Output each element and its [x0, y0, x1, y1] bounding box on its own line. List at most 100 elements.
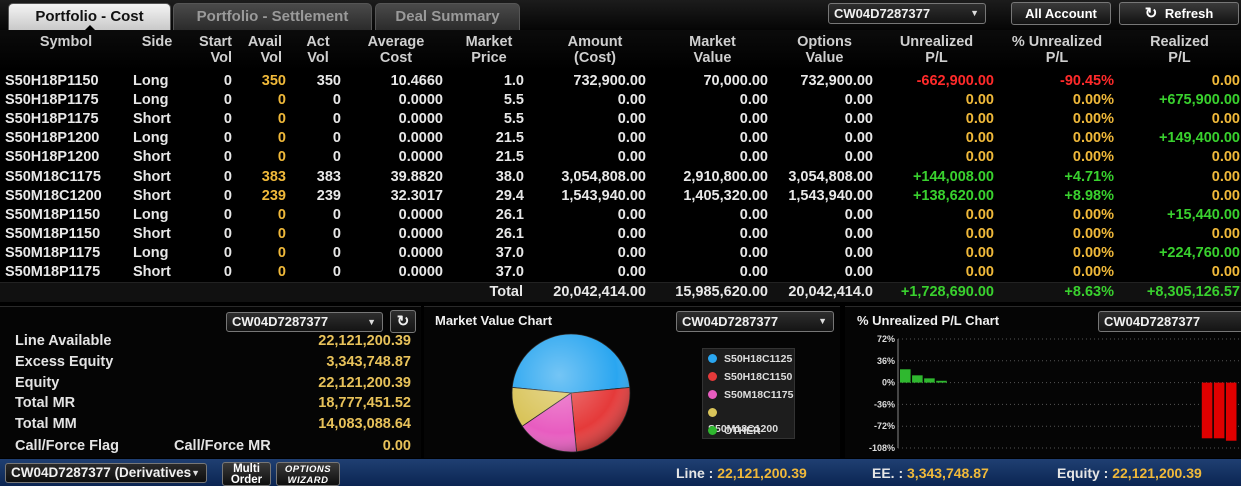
y-tick-label: -108% — [869, 443, 895, 453]
cell-pct-unreal-pl: +8.98% — [1064, 187, 1114, 204]
cell-side: Long — [133, 206, 169, 223]
table-row[interactable]: S50M18C1175 Short 0 383 383 39.8820 38.0 3,054,… — [0, 168, 1241, 187]
cell-avail-vol: 0 — [277, 264, 286, 280]
column-header-text: Start — [198, 34, 232, 50]
cell-opt-value: 0.00 — [844, 206, 873, 223]
market-value-chart-dropdown[interactable]: CW04D7287377 ▼ — [676, 311, 834, 332]
cell-start-vol: 0 — [223, 187, 232, 204]
column-header-mkt-price[interactable]: Market Price — [453, 34, 525, 66]
unrealized-pl-chart-panel: % Unrealized P/L Chart CW04D7287377 72% 3… — [845, 306, 1241, 458]
cell-act-vol: 0 — [332, 264, 341, 280]
cell-start-vol: 0 — [223, 244, 232, 261]
table-row[interactable]: S50M18P1150 Short 0 0 0 0.0000 26.1 0.00 0.00 0.0… — [0, 225, 1241, 244]
cell-real-pl: +15,440.00 — [1167, 206, 1240, 223]
cell-avail-vol: 350 — [261, 73, 286, 89]
cell-start-vol: 0 — [223, 73, 232, 89]
cell-pct-unreal-pl: +4.71% — [1064, 168, 1114, 185]
cell-symbol: S50H18P1200 — [5, 130, 100, 147]
cell-real-pl: 0.00 — [1211, 149, 1240, 166]
column-header-real-pl[interactable]: Realized P/L — [1121, 34, 1238, 66]
column-header-avg-cost[interactable]: Average Cost — [350, 34, 442, 66]
cell-unreal-pl: 0.00 — [965, 244, 994, 261]
account-dropdown[interactable]: CW04D7287377 ▼ — [828, 3, 986, 24]
table-row[interactable]: S50H18P1150 Long 0 350 350 10.4660 1.0 732,900.… — [0, 72, 1241, 91]
cell-avg-cost: 0.0000 — [398, 225, 443, 242]
cell-mkt-price: 37.0 — [495, 264, 524, 280]
cell-amount: 0.00 — [617, 130, 646, 147]
tab-label: Portfolio - Cost — [35, 8, 144, 25]
options-wizard-button[interactable]: OPTIONS WIZARD — [276, 462, 340, 486]
column-header-side[interactable]: Side — [127, 34, 187, 50]
status-equity-label: Equity : — [1057, 465, 1109, 481]
refresh-label: Refresh — [1164, 6, 1214, 21]
pl-bar[interactable] — [1213, 382, 1225, 439]
table-row[interactable]: S50H18P1200 Short 0 0 0 0.0000 21.5 0.00 0.00 0.0… — [0, 148, 1241, 167]
account-type-dropdown[interactable]: CW04D7287377 (Derivatives ▼ — [5, 463, 207, 483]
pl-bar[interactable] — [1225, 382, 1237, 441]
total-pct-unrealized-pl: +8.63% — [1064, 284, 1114, 300]
cell-mkt-value: 0.00 — [739, 149, 768, 166]
cell-symbol: S50H18P1150 — [5, 73, 99, 89]
cell-symbol: S50H18P1200 — [5, 149, 100, 166]
status-equity-value: 22,121,200.39 — [1112, 465, 1202, 481]
table-row[interactable]: S50M18P1150 Long 0 0 0 0.0000 26.1 0.00 0.00 0.00… — [0, 206, 1241, 225]
all-account-button[interactable]: All Account — [1011, 2, 1111, 25]
column-header-amount[interactable]: Amount (Cost) — [545, 34, 645, 66]
legend-item: S50M18C1200 — [708, 405, 794, 435]
column-header-text: Cost — [379, 50, 413, 66]
cell-symbol: S50M18P1150 — [5, 206, 101, 223]
status-line-label: Line : — [676, 465, 714, 481]
table-row[interactable]: S50M18P1175 Short 0 0 0 0.0000 37.0 0.00 0.00 0.0… — [0, 263, 1241, 282]
column-header-symbol[interactable]: Symbol — [16, 34, 116, 50]
pl-bar[interactable] — [912, 375, 923, 383]
tab-portfolio-settlement[interactable]: Portfolio - Settlement — [173, 3, 372, 30]
multi-order-button[interactable]: Multi Order — [222, 462, 271, 486]
table-row[interactable]: S50M18C1200 Short 0 239 239 32.3017 29.4 1,543,… — [0, 187, 1241, 206]
cell-mkt-value: 0.00 — [739, 130, 768, 147]
column-header-unreal-pl[interactable]: Unrealized P/L — [880, 34, 993, 66]
pl-bar[interactable] — [924, 378, 935, 383]
account-refresh-button[interactable]: ↻ — [390, 310, 416, 333]
options-wizard-label: OPTIONS WIZARD — [284, 464, 332, 486]
status-ee-value: 3,343,748.87 — [907, 465, 989, 481]
cell-unreal-pl: -662,900.00 — [916, 73, 994, 89]
column-header-text: Market — [689, 34, 736, 50]
table-row[interactable]: S50H18P1175 Long 0 0 0 0.0000 5.5 0.00 0.00 0.00 0… — [0, 91, 1241, 110]
account-summary-dropdown[interactable]: CW04D7287377 ▼ — [226, 312, 383, 332]
pl-bar[interactable] — [936, 380, 947, 383]
account-metric-label: Line Available — [15, 333, 112, 349]
pl-bar[interactable] — [900, 369, 911, 383]
column-header-mkt-value[interactable]: Market Value — [670, 34, 755, 66]
pl-bar[interactable] — [1201, 382, 1213, 439]
caret-down-icon: ▼ — [970, 8, 979, 18]
cell-mkt-value: 0.00 — [739, 264, 768, 280]
cell-real-pl: +149,400.00 — [1158, 130, 1240, 147]
cell-avail-vol: 239 — [261, 187, 286, 204]
cell-pct-unreal-pl: 0.00% — [1072, 111, 1114, 128]
table-row[interactable]: S50M18P1175 Long 0 0 0 0.0000 37.0 0.00 0.00 0.00… — [0, 244, 1241, 263]
column-header-avail-vol[interactable]: Avail Vol — [240, 34, 282, 66]
refresh-icon: ↻ — [1144, 5, 1158, 22]
column-header-text: P/L — [1168, 50, 1191, 66]
cell-act-vol: 0 — [332, 225, 341, 242]
cell-mkt-price: 26.1 — [495, 225, 524, 242]
cell-unreal-pl: +138,620.00 — [912, 187, 994, 204]
column-header-act-vol[interactable]: Act Vol — [300, 34, 336, 66]
table-row[interactable]: S50H18P1175 Short 0 0 0 0.0000 5.5 0.00 0.00 0.00… — [0, 110, 1241, 129]
cell-side: Short — [133, 264, 171, 280]
column-header-text: % Unrealized — [1011, 34, 1103, 50]
account-metric-label: Excess Equity — [15, 353, 114, 370]
call-force-mr-value: 0.00 — [382, 438, 411, 454]
tab-portfolio-cost[interactable]: Portfolio - Cost — [8, 3, 171, 31]
unrealized-pl-chart-dropdown[interactable]: CW04D7287377 — [1098, 311, 1241, 332]
column-header-opt-value[interactable]: Options Value — [786, 34, 863, 66]
cell-symbol: S50M18C1175 — [5, 168, 101, 185]
table-row[interactable]: S50H18P1200 Long 0 0 0 0.0000 21.5 0.00 0.00 0.00… — [0, 129, 1241, 148]
column-header-pct-unreal-pl[interactable]: % Unrealized P/L — [1001, 34, 1113, 66]
refresh-button[interactable]: ↻ Refresh — [1119, 2, 1239, 25]
legend-label: S50H18C1150 — [724, 371, 793, 383]
cell-avail-vol: 0 — [277, 206, 286, 223]
column-header-start-vol[interactable]: Start Vol — [190, 34, 232, 66]
account-metric-label: Total MM — [15, 416, 77, 433]
tab-deal-summary[interactable]: Deal Summary — [375, 3, 520, 30]
